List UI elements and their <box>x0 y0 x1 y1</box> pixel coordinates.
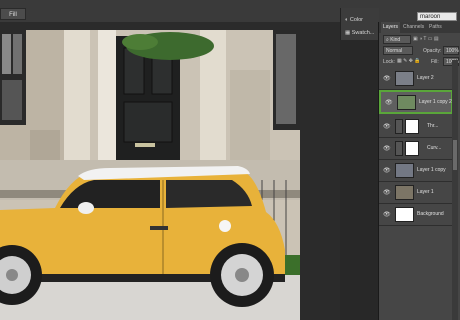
visibility-eye-icon[interactable]: 👁 <box>383 190 391 196</box>
layer-name: Thr... <box>427 123 439 129</box>
layer-thumbnail <box>395 163 414 178</box>
color-panel-button[interactable]: ◐ Color <box>345 14 379 26</box>
layer-name: Layer 1 copy <box>417 167 446 173</box>
document-photo[interactable] <box>0 30 300 320</box>
color-panel-label: Color <box>349 17 364 23</box>
layers-list: 👁 Layer 2 👁 Layer 1 copy 2 👁 Thr... 👁 Cu… <box>379 68 453 320</box>
swatches-icon: ▦ <box>345 30 351 36</box>
visibility-eye-icon[interactable]: 👁 <box>383 168 391 174</box>
options-bar <box>0 0 460 23</box>
layer-row-layer-1[interactable]: 👁 Layer 1 <box>379 182 453 204</box>
layer-row-layer-1-copy-2[interactable]: 👁 Layer 1 copy 2 <box>379 90 453 114</box>
layer-name: Layer 1 copy 2 <box>419 99 452 105</box>
layer-mask-thumbnail <box>405 119 419 134</box>
filter-kind-dropdown[interactable]: ⌕ Kind <box>383 35 411 44</box>
visibility-eye-icon[interactable]: 👁 <box>385 100 393 106</box>
layers-scrollbar-thumb[interactable] <box>453 140 457 170</box>
opacity-label: Opacity: <box>423 48 442 54</box>
layer-mask-thumbnail <box>405 141 419 156</box>
layer-row-curves[interactable]: 👁 Curv... <box>379 138 453 160</box>
blend-mode-dropdown[interactable]: Normal <box>383 46 413 55</box>
layer-row-layer-2[interactable]: 👁 Layer 2 <box>379 68 453 90</box>
lock-icons[interactable]: ▦ ✎ ✥ 🔒 <box>397 58 421 64</box>
layers-panel: Layers Channels Paths ⌕ Kind ▣ ◑ T ▭ ▤ N… <box>378 22 460 320</box>
layer-name: Curv... <box>427 145 442 151</box>
fill-screen-button[interactable]: Fill Screen <box>0 8 26 30</box>
layer-thumbnail <box>397 95 416 110</box>
opacity-field[interactable]: 100% <box>443 46 459 55</box>
filter-icons[interactable]: ▣ ◑ T ▭ ▤ <box>413 36 439 42</box>
visibility-eye-icon[interactable]: 👁 <box>383 76 391 82</box>
layer-thumbnail <box>395 71 414 86</box>
tab-paths[interactable]: Paths <box>427 22 444 33</box>
layer-name: Background <box>417 211 444 217</box>
tab-layers[interactable]: Layers <box>381 22 401 33</box>
adjustment-icon <box>395 119 403 134</box>
search-icon: ⌕ <box>386 37 389 43</box>
color-wheel-icon: ◐ <box>345 17 349 23</box>
fill-label: Fill: <box>431 59 439 65</box>
collapsed-panel-dock: ◐ Color ▦ Swatch... <box>340 8 379 40</box>
layer-row-threshold[interactable]: 👁 Thr... <box>379 116 453 138</box>
layer-row-layer-1-copy[interactable]: 👁 Layer 1 copy <box>379 160 453 182</box>
visibility-eye-icon[interactable]: 👁 <box>383 146 391 152</box>
filter-kind-label: Kind <box>390 37 401 43</box>
lock-label: Lock: <box>383 59 395 65</box>
options-dropdown[interactable]: maroon <box>417 12 457 21</box>
layer-thumbnail <box>395 185 414 200</box>
photo-illustration <box>0 30 300 320</box>
layer-thumbnail <box>395 207 414 222</box>
layer-name: Layer 1 <box>417 189 434 195</box>
layer-name: Layer 2 <box>417 75 434 81</box>
swatches-panel-button[interactable]: ▦ Swatch... <box>345 27 379 39</box>
adjustment-icon <box>395 141 403 156</box>
visibility-eye-icon[interactable]: 👁 <box>383 124 391 130</box>
tab-channels[interactable]: Channels <box>401 22 426 33</box>
visibility-eye-icon[interactable]: 👁 <box>383 212 391 218</box>
layers-scrollbar[interactable] <box>452 60 458 320</box>
swatches-panel-label: Swatch... <box>351 30 375 36</box>
layer-row-background[interactable]: 👁 Background <box>379 204 453 226</box>
